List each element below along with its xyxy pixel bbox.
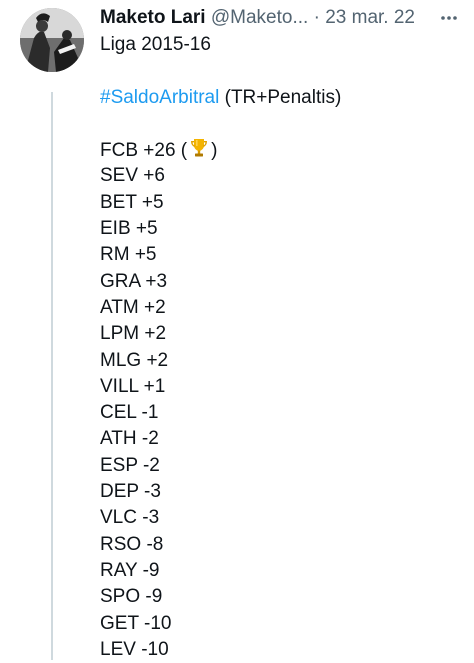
avatar-photo: [20, 8, 84, 72]
trophy-icon: [188, 137, 210, 167]
standing-row: BET +5: [100, 191, 164, 213]
tweet-title-line: Liga 2015-16: [100, 34, 211, 55]
standing-row: ATM +2: [100, 296, 166, 318]
standing-row: ESP -2: [100, 454, 160, 476]
standing-row: RAY -9: [100, 559, 160, 581]
standing-row-first: FCB +26 ( ): [100, 137, 460, 163]
standing-row: VILL +1: [100, 375, 166, 397]
hashtag-link[interactable]: #SaldoArbitral: [100, 87, 219, 108]
thread-connector-line: [51, 92, 53, 660]
author-handle[interactable]: @Maketo...: [211, 7, 308, 28]
avatar[interactable]: [20, 8, 84, 72]
tweet-date[interactable]: 23 mar. 22: [325, 7, 415, 28]
tweet-header: Maketo Lari @Maketo... · 23 mar. 22: [100, 6, 460, 30]
standing-row: MLG +2: [100, 349, 169, 371]
standing-row: RM +5: [100, 244, 157, 266]
more-options-button[interactable]: [435, 4, 463, 32]
separator-dot: ·: [313, 7, 320, 28]
standing-row: GRA +3: [100, 270, 168, 292]
standing-row: CEL -1: [100, 402, 159, 424]
standing-row: LPM +2: [100, 323, 167, 345]
standing-row: VLC -3: [100, 507, 160, 529]
standing-row: EIB +5: [100, 218, 158, 240]
standing-row: SEV +6: [100, 165, 165, 187]
standing-row: LEV -10: [100, 638, 169, 660]
standing-row: DEP -3: [100, 481, 161, 503]
standings-list: SEV +6 BET +5 EIB +5 RM +5 GRA +3 ATM +2 LPM +…: [100, 163, 460, 663]
hashtag-line: #SaldoArbitral (TR+Penaltis): [100, 85, 460, 111]
standing-first-text: FCB +26 (: [100, 140, 188, 162]
more-horizontal-icon: [441, 16, 457, 20]
standing-row: RSO -8: [100, 533, 164, 555]
standing-row: GET -10: [100, 612, 172, 634]
tweet-text: Liga 2015-16 #SaldoArbitral (TR+Penaltis…: [100, 32, 460, 663]
standing-first-close: ): [211, 140, 218, 162]
standing-row: ATH -2: [100, 428, 159, 450]
standing-row: SPO -9: [100, 586, 163, 608]
hashtag-suffix: (TR+Penaltis): [219, 86, 342, 108]
author-name[interactable]: Maketo Lari: [100, 7, 206, 28]
